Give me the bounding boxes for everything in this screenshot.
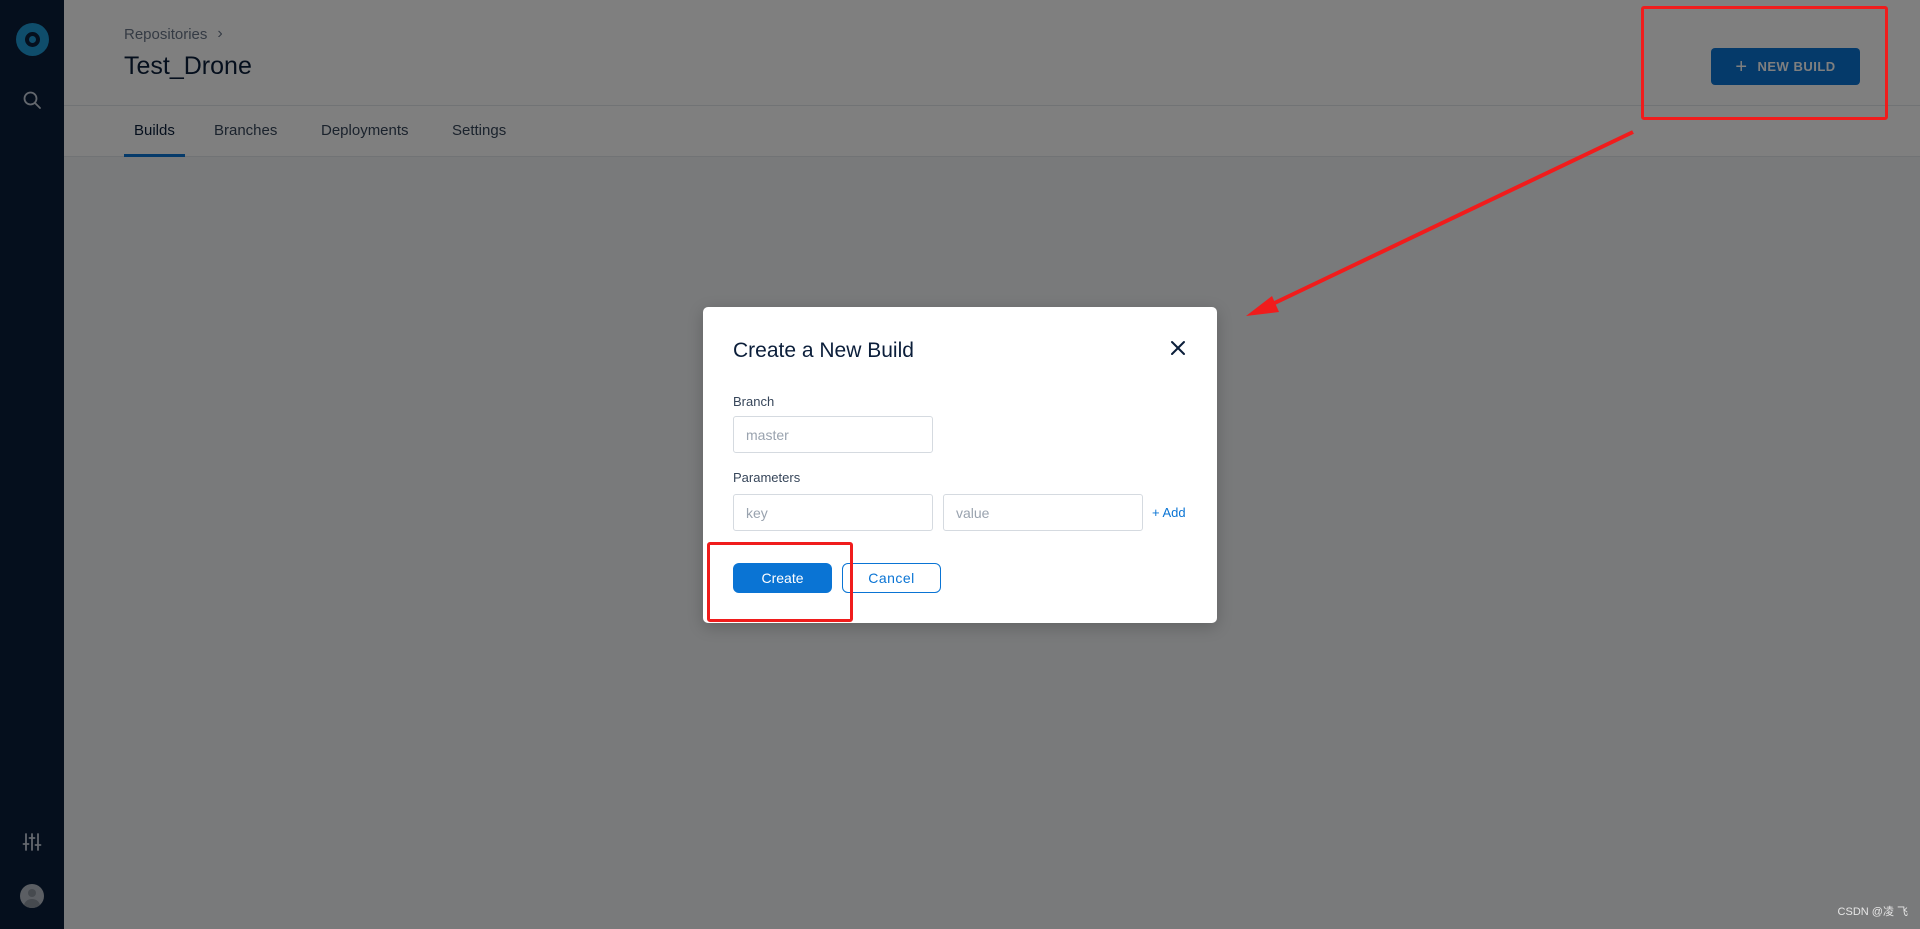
- annotation-arrow: [1246, 130, 1634, 316]
- watermark: CSDN @凌 飞: [1837, 906, 1908, 918]
